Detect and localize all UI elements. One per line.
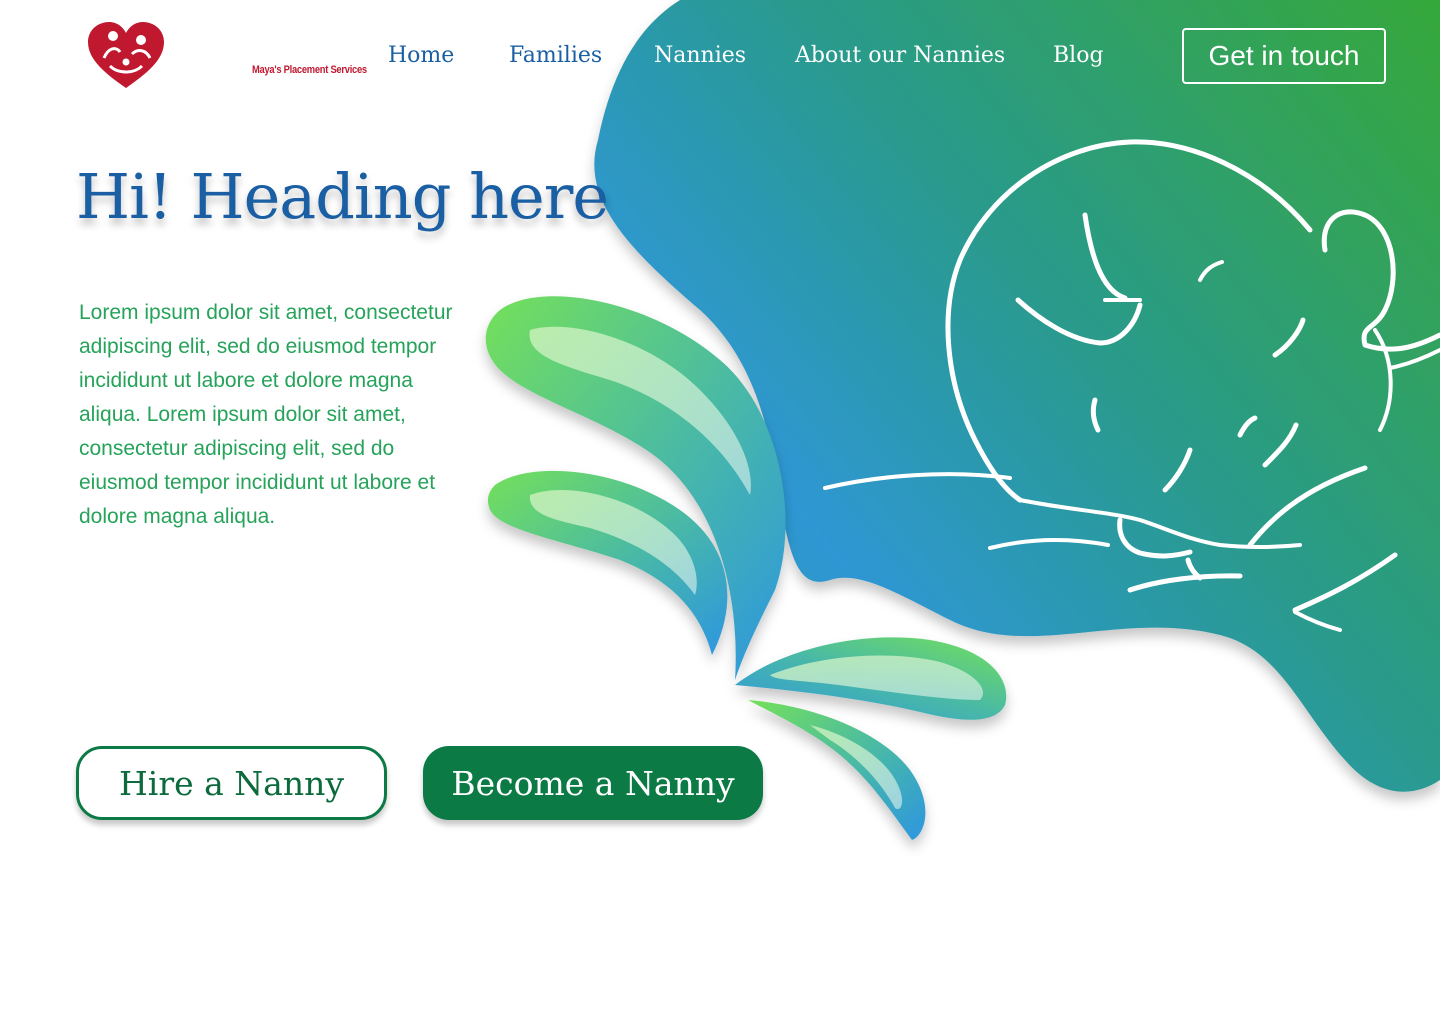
hero-paragraph: Lorem ipsum dolor sit amet, consectetur … bbox=[79, 301, 453, 528]
become-nanny-button[interactable]: Become a Nanny bbox=[423, 746, 763, 820]
nav-home[interactable]: Home bbox=[388, 42, 454, 70]
hire-nanny-button[interactable]: Hire a Nanny bbox=[76, 746, 387, 820]
drop-bottom bbox=[748, 700, 926, 840]
nav-about-nannies[interactable]: About our Nannies bbox=[795, 42, 1005, 70]
page-title: Hi! Heading here bbox=[76, 160, 609, 233]
nav-families[interactable]: Families bbox=[509, 42, 602, 70]
brand-name: Maya's Placement Services bbox=[252, 64, 367, 76]
nav-blog[interactable]: Blog bbox=[1053, 42, 1104, 70]
brand-logo[interactable]: Maya's Placement Services bbox=[86, 22, 367, 92]
nav-nannies[interactable]: Nannies bbox=[654, 42, 746, 70]
get-in-touch-button[interactable]: Get in touch bbox=[1182, 28, 1386, 84]
heart-family-icon bbox=[88, 22, 164, 88]
